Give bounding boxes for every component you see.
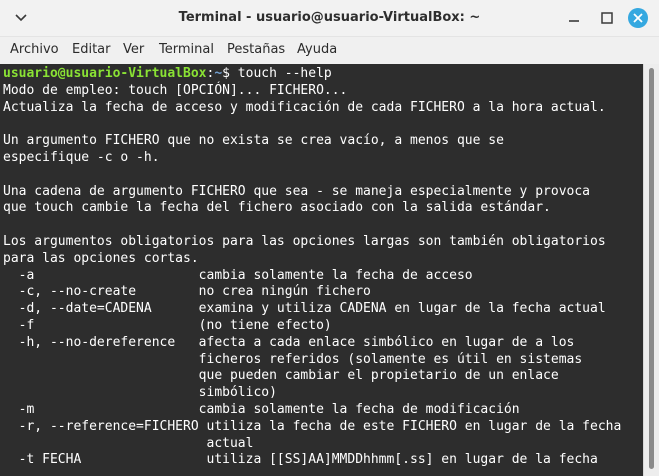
- terminal-window: Terminal - usuario@usuario-VirtualBox: ~…: [0, 0, 659, 476]
- prompt-user-host: usuario@usuario-VirtualBox: [3, 66, 207, 81]
- help-output-text: Modo de empleo: touch [OPCIÓN]... FICHER…: [3, 82, 622, 468]
- close-button[interactable]: [628, 8, 648, 28]
- menu-ayuda[interactable]: Ayuda: [297, 37, 337, 63]
- menu-bar: Archivo Editar Ver Terminal Pestañas Ayu…: [0, 37, 659, 63]
- prompt-command: touch --help: [229, 66, 332, 81]
- scrollbar-thumb[interactable]: [649, 68, 654, 469]
- menu-archivo[interactable]: Archivo: [10, 37, 59, 63]
- menu-terminal[interactable]: Terminal: [159, 37, 214, 63]
- title-bar[interactable]: Terminal - usuario@usuario-VirtualBox: ~: [0, 0, 659, 37]
- menu-editar[interactable]: Editar: [72, 37, 111, 63]
- menu-ver[interactable]: Ver: [123, 37, 144, 63]
- minimize-icon[interactable]: [565, 9, 583, 27]
- prompt-path: ~: [214, 66, 223, 81]
- vertical-scrollbar[interactable]: [643, 64, 659, 476]
- terminal-area[interactable]: usuario@usuario-VirtualBox:~$ touch --he…: [0, 64, 643, 476]
- prompt-symbol: $: [222, 66, 230, 81]
- maximize-icon[interactable]: [598, 9, 616, 27]
- close-icon: [633, 13, 643, 23]
- window-title: Terminal - usuario@usuario-VirtualBox: ~: [178, 10, 481, 25]
- terminal-output: usuario@usuario-VirtualBox:~$ touch --he…: [0, 64, 643, 469]
- menu-pestanas[interactable]: Pestañas: [227, 37, 285, 63]
